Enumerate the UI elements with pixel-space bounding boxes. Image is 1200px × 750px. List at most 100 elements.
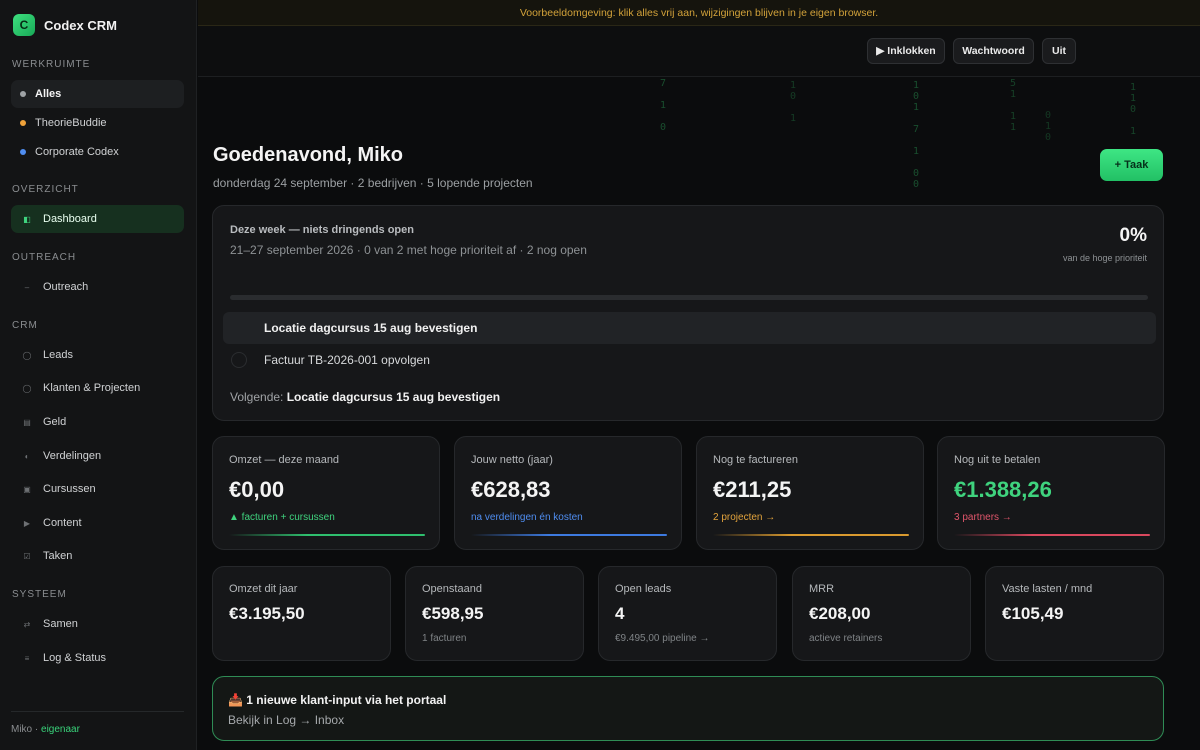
sidebar-item-label: Samen — [43, 618, 78, 630]
mini-stat-label: Omzet dit jaar — [229, 583, 298, 595]
stat-card[interactable]: Nog uit te betalen €1.388,26 3 partners … — [937, 436, 1165, 550]
mini-stat-card[interactable]: Omzet dit jaar €3.195,50 — [212, 566, 391, 661]
stat-note[interactable]: 3 partners → — [954, 512, 1012, 523]
section-label-overview: OVERZICHT — [12, 184, 79, 195]
task-label: Factuur TB-2026-001 opvolgen — [264, 353, 430, 367]
mini-stat-value: €598,95 — [422, 604, 484, 623]
sidebar-item-leads[interactable]: ◯ Leads — [11, 341, 184, 369]
logout-button[interactable]: Uit — [1042, 38, 1076, 64]
split-icon: ◐ — [24, 451, 30, 461]
mini-stat-note: actieve retainers — [809, 633, 883, 644]
section-label-outreach: OUTREACH — [12, 252, 77, 263]
stat-label: Nog uit te betalen — [954, 454, 1041, 466]
checkbox-icon[interactable] — [231, 352, 247, 368]
sync-icon: ⇄ — [23, 619, 31, 629]
sidebar-item-label: Outreach — [43, 281, 89, 293]
stat-accent-line — [471, 534, 667, 536]
footer-separator: · — [32, 724, 42, 735]
mini-stat-label: Openstaand — [422, 583, 482, 595]
workspace-item-alles[interactable]: Alles — [11, 80, 184, 108]
log-icon: ≡ — [24, 653, 30, 663]
stat-value: €628,83 — [471, 477, 551, 502]
mini-stat-value: 4 — [615, 604, 625, 623]
app-logo-icon: C — [13, 14, 35, 36]
money-icon: ▤ — [23, 417, 31, 427]
play-icon: ▶ — [23, 518, 31, 528]
mini-stat-note[interactable]: €9.495,00 pipeline → — [615, 633, 710, 644]
user-name: Miko — [11, 724, 33, 735]
mini-stat-card[interactable]: Vaste lasten / mnd €105,49 — [985, 566, 1164, 661]
stat-accent-line — [713, 534, 909, 536]
section-label-crm: CRM — [12, 320, 38, 331]
clock-in-button[interactable]: ▶ Inklokken — [867, 38, 945, 64]
dot-icon — [20, 120, 26, 126]
mini-stat-card[interactable]: Openstaand €598,95 1 facturen — [405, 566, 584, 661]
brand[interactable]: C Codex CRM — [13, 14, 117, 36]
dot-icon — [20, 91, 26, 97]
sidebar-item-dashboard[interactable]: ◧ Dashboard — [11, 205, 184, 233]
mini-stat-note: 1 facturen — [422, 633, 467, 644]
outreach-icon: – — [24, 282, 30, 292]
checkbox-icon[interactable] — [231, 320, 247, 336]
matrix-rain: 1 0 1 — [790, 80, 797, 124]
sidebar-item-label: Content — [43, 517, 82, 529]
checkbox-icon: ☑ — [23, 551, 31, 561]
next-task-name: Locatie dagcursus 15 aug bevestigen — [286, 390, 501, 404]
sidebar-item-label: Taken — [43, 550, 73, 562]
week-percent-label: van de hoge prioriteit — [1062, 253, 1147, 263]
add-task-button[interactable]: + Taak — [1100, 149, 1163, 181]
user-role: eigenaar — [41, 724, 80, 735]
matrix-rain: 1 1 0 1 — [1130, 82, 1137, 137]
stat-card[interactable]: Omzet — deze maand €0,00 ▲ facturen + cu… — [212, 436, 440, 550]
next-label: Volgende: — [230, 390, 287, 404]
task-item[interactable]: Factuur TB-2026-001 opvolgen — [223, 344, 1156, 376]
workspace-item-theoriebuddie[interactable]: TheorieBuddie — [11, 109, 184, 137]
sidebar-item-content[interactable]: ▶ Content — [11, 509, 184, 537]
task-item[interactable]: Locatie dagcursus 15 aug bevestigen — [223, 312, 1156, 344]
sidebar-item-log-status[interactable]: ≡ Log & Status — [11, 644, 184, 672]
dot-icon — [20, 149, 26, 155]
workspace-label: TheorieBuddie — [35, 117, 107, 129]
sidebar-item-outreach[interactable]: – Outreach — [11, 273, 184, 301]
workspace-label: Corporate Codex — [35, 146, 119, 158]
sidebar-item-label: Verdelingen — [43, 450, 102, 462]
stat-label: Omzet — deze maand — [229, 454, 340, 466]
mini-stat-card[interactable]: Open leads 4 €9.495,00 pipeline → — [598, 566, 777, 661]
mini-stat-value: €105,49 — [1002, 604, 1064, 623]
topbar: ▶ Inklokken Wachtwoord Uit — [198, 26, 1200, 77]
sidebar-item-label: Leads — [43, 349, 73, 361]
stat-accent-line — [229, 534, 425, 536]
demo-banner: Voorbeeldomgeving: klik alles vrij aan, … — [198, 0, 1200, 26]
mini-stat-label: Vaste lasten / mnd — [1002, 583, 1093, 595]
sidebar-item-label: Geld — [43, 416, 67, 428]
mini-stat-label: Open leads — [615, 583, 672, 595]
sidebar-item-klanten-projecten[interactable]: ◯ Klanten & Projecten — [11, 374, 184, 402]
sidebar-item-cursussen[interactable]: ▣ Cursussen — [11, 475, 184, 503]
sidebar-item-samen[interactable]: ⇄ Samen — [11, 610, 184, 638]
password-button[interactable]: Wachtwoord — [953, 38, 1034, 64]
mini-stat-label: MRR — [809, 583, 835, 595]
portal-notice[interactable]: 📥 1 nieuwe klant-input via het portaal B… — [212, 676, 1164, 741]
stat-card[interactable]: Jouw netto (jaar) €628,83 na verdelingen… — [454, 436, 682, 550]
stat-card[interactable]: Nog te factureren €211,25 2 projecten → — [696, 436, 924, 550]
portal-notice-link[interactable]: Bekijk in Log → Inbox — [228, 713, 344, 727]
sidebar: C Codex CRM WERKRUIMTE Alles TheorieBudd… — [0, 0, 197, 750]
stat-note: na verdelingen én kosten — [471, 512, 583, 523]
workspace-item-corporate-codex[interactable]: Corporate Codex — [11, 138, 184, 166]
sidebar-item-label: Klanten & Projecten — [43, 382, 141, 394]
sidebar-item-verdelingen[interactable]: ◐ Verdelingen — [11, 442, 184, 470]
stat-note[interactable]: 2 projecten → — [713, 512, 775, 523]
stat-note: ▲ facturen + cursussen — [229, 512, 335, 523]
stat-value: €0,00 — [229, 477, 285, 502]
mini-stat-card[interactable]: MRR €208,00 actieve retainers — [792, 566, 971, 661]
clients-icon: ◯ — [22, 383, 32, 393]
week-title: Deze week — niets dringends open — [230, 224, 414, 236]
stat-value: €1.388,26 — [954, 477, 1052, 502]
stat-value: €211,25 — [713, 477, 792, 502]
week-subtitle: 21–27 september 2026 · 0 van 2 met hoge … — [230, 243, 587, 257]
week-card: Deze week — niets dringends open 21–27 s… — [212, 205, 1164, 421]
matrix-rain: 7 1 0 — [660, 78, 667, 133]
sidebar-item-taken[interactable]: ☑ Taken — [11, 542, 184, 570]
week-percent: 0% — [1119, 225, 1147, 246]
sidebar-item-geld[interactable]: ▤ Geld — [11, 408, 184, 436]
